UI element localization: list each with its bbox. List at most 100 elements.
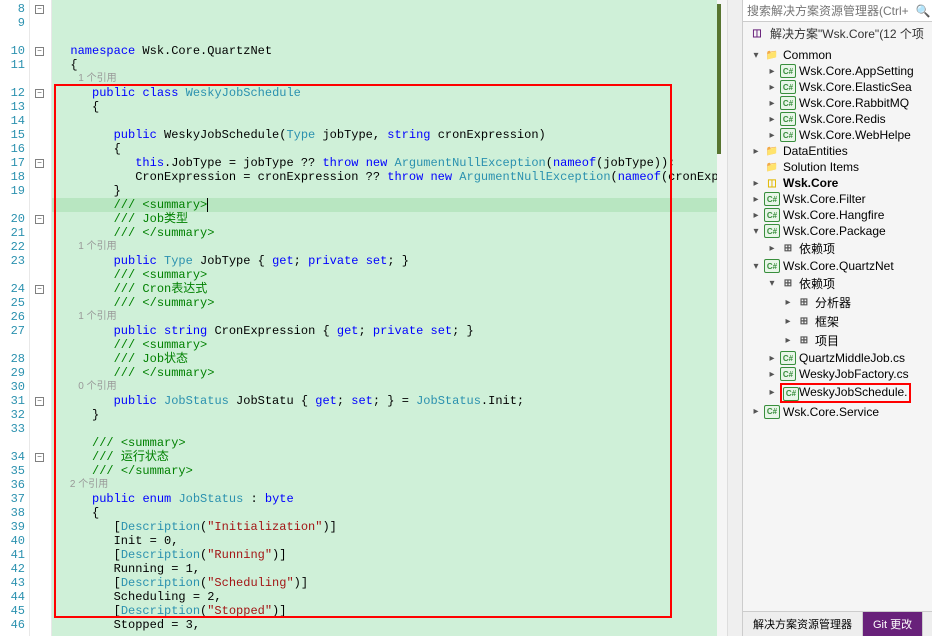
expand-toggle-icon[interactable]: ▸ [751,210,761,220]
code-line[interactable]: public string CronExpression { get; priv… [52,324,717,338]
expand-toggle-icon[interactable]: ▸ [751,194,761,204]
expand-toggle-icon[interactable]: ▸ [767,130,777,140]
expand-toggle-icon[interactable]: ▾ [767,279,777,289]
code-line[interactable]: public enum JobStatus : byte [52,492,717,506]
expand-toggle-icon[interactable]: ▸ [767,244,777,254]
code-line[interactable] [52,632,717,636]
fold-toggle[interactable]: − [35,89,44,98]
code-line[interactable]: public JobStatus JobStatu { get; set; } … [52,394,717,408]
tree-item[interactable]: ▸⊞依赖项 [747,239,932,258]
code-line[interactable]: { [52,58,717,72]
tree-item[interactable]: ▸C#Wsk.Core.Redis [747,111,932,127]
tree-item[interactable]: ▸C#Wsk.Core.AppSetting [747,63,932,79]
tree-item[interactable]: ▸C#WeskyJobFactory.cs [747,366,932,382]
code-area[interactable]: namespace Wsk.Core.QuartzNet { 1 个引用 pub… [52,0,717,636]
tree-item[interactable]: ▾C#Wsk.Core.QuartzNet [747,258,932,274]
expand-toggle-icon[interactable]: ▾ [751,261,761,271]
expand-toggle-icon[interactable]: ▸ [767,98,777,108]
tree-item[interactable]: ▸C#Wsk.Core.Hangfire [747,207,932,223]
tree-item[interactable]: ▸C#Wsk.Core.Filter [747,191,932,207]
expand-toggle-icon[interactable]: ▸ [767,353,777,363]
expand-toggle-icon[interactable]: ▸ [783,317,793,327]
codelens-row[interactable]: 0 个引用 [52,380,717,394]
fold-toggle[interactable]: − [35,5,44,14]
code-line[interactable]: } [52,184,717,198]
tab-git-changes[interactable]: Git 更改 [863,612,923,636]
code-line[interactable]: /// </summary> [52,366,717,380]
code-line[interactable]: public class WeskyJobSchedule [52,86,717,100]
code-line[interactable]: } [52,408,717,422]
search-input[interactable] [743,2,914,20]
tree-item[interactable]: ▸📁DataEntities [747,143,932,159]
tab-solution-explorer[interactable]: 解决方案资源管理器 [743,612,863,636]
code-line[interactable]: [Description("Initialization")] [52,520,717,534]
codelens-row[interactable]: 2 个引用 [52,478,717,492]
fold-toggle[interactable]: − [35,453,44,462]
code-line[interactable]: namespace Wsk.Core.QuartzNet [52,44,717,58]
code-line[interactable] [52,422,717,436]
solution-title-row[interactable]: ◫ 解决方案"Wsk.Core"(12 个项 [743,22,932,45]
tree-item[interactable]: ▸C#Wsk.Core.ElasticSea [747,79,932,95]
expand-toggle-icon[interactable]: ▸ [767,82,777,92]
tree-item[interactable]: ▸◫Wsk.Core [747,175,932,191]
fold-toggle[interactable]: − [35,47,44,56]
code-line[interactable]: { [52,100,717,114]
code-line[interactable]: this.JobType = jobType ?? throw new Argu… [52,156,717,170]
code-line[interactable]: [Description("Scheduling")] [52,576,717,590]
tree-item[interactable]: ▸C#QuartzMiddleJob.cs [747,350,932,366]
code-line[interactable]: /// </summary> [52,226,717,240]
tree-item[interactable]: ▸C#Wsk.Core.Service [747,404,932,420]
code-line[interactable]: /// <summary> [52,338,717,352]
tree-item[interactable]: ▸⊞项目 [747,331,932,350]
code-line[interactable]: public WeskyJobSchedule(Type jobType, st… [52,128,717,142]
code-line[interactable]: /// 运行状态 [52,450,717,464]
code-line[interactable]: [Description("Stopped")] [52,604,717,618]
fold-toggle[interactable]: − [35,397,44,406]
code-line[interactable]: /// Job状态 [52,352,717,366]
expand-toggle-icon[interactable]: ▸ [751,146,761,156]
expand-toggle-icon[interactable]: ▸ [767,114,777,124]
code-line[interactable]: public Type JobType { get; private set; … [52,254,717,268]
expand-toggle-icon[interactable]: ▸ [751,178,761,188]
codelens-row[interactable] [52,114,717,128]
expand-toggle-icon[interactable]: ▾ [751,226,761,236]
tree-item[interactable]: ▾📁Common [747,47,932,63]
code-line[interactable]: /// </summary> [52,296,717,310]
code-line[interactable]: { [52,506,717,520]
code-line[interactable]: /// Job类型 [52,212,717,226]
expand-toggle-icon[interactable]: ▾ [751,50,761,60]
tree-item[interactable]: ▾⊞依赖项 [747,274,932,293]
fold-toggle[interactable]: − [35,215,44,224]
tree-item[interactable]: ▸📁Solution Items [747,159,932,175]
codelens-row[interactable]: 1 个引用 [52,310,717,324]
tree-item[interactable]: ▸⊞分析器 [747,293,932,312]
fold-toggle[interactable]: − [35,285,44,294]
tree-item[interactable]: ▸C#Wsk.Core.RabbitMQ [747,95,932,111]
tree-item[interactable]: ▾C#Wsk.Core.Package [747,223,932,239]
tree-item[interactable]: ▸C#WeskyJobSchedule. [747,382,932,404]
code-line[interactable]: /// <summary> [52,198,717,212]
tree-item[interactable]: ▸C#Wsk.Core.WebHelpe [747,127,932,143]
code-line[interactable]: Init = 0, [52,534,717,548]
code-line[interactable]: Scheduling = 2, [52,590,717,604]
code-line[interactable]: Running = 1, [52,562,717,576]
code-line[interactable]: /// <summary> [52,436,717,450]
fold-toggle[interactable]: − [35,159,44,168]
expand-toggle-icon[interactable]: ▸ [767,369,777,379]
expand-toggle-icon[interactable]: ▸ [783,336,793,346]
code-line[interactable]: { [52,142,717,156]
search-icon[interactable]: 🔍 [914,4,932,18]
code-line[interactable]: Stopped = 3, [52,618,717,632]
codelens-row[interactable]: 1 个引用 [52,72,717,86]
codelens-row[interactable]: 1 个引用 [52,240,717,254]
code-line[interactable]: [Description("Running")] [52,548,717,562]
vertical-scrollbar[interactable] [727,0,742,636]
code-line[interactable]: /// </summary> [52,464,717,478]
expand-toggle-icon[interactable]: ▸ [767,66,777,76]
expand-toggle-icon[interactable]: ▸ [751,407,761,417]
expand-toggle-icon[interactable]: ▸ [783,298,793,308]
tree-item[interactable]: ▸⊞框架 [747,312,932,331]
code-line[interactable]: /// <summary> [52,268,717,282]
expand-toggle-icon[interactable]: ▸ [767,388,777,398]
code-line[interactable]: /// Cron表达式 [52,282,717,296]
